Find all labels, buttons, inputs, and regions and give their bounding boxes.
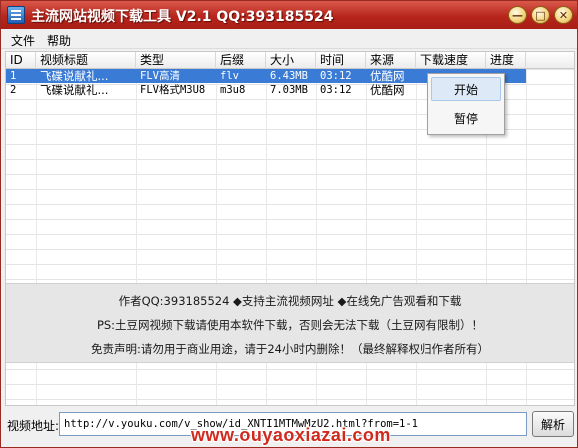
parse-button[interactable]: 解析 bbox=[532, 411, 574, 437]
cell-source: 优酷网 bbox=[370, 69, 405, 83]
close-button[interactable]: ✕ bbox=[554, 6, 573, 24]
cell-size: 7.03MB bbox=[270, 84, 308, 96]
col-header-type[interactable]: 类型 bbox=[136, 52, 216, 69]
col-header-source[interactable]: 来源 bbox=[366, 52, 416, 69]
cell-title: 飞碟说献礼... bbox=[40, 83, 109, 97]
col-header-progress[interactable]: 进度 bbox=[486, 52, 526, 69]
app-window: 主流网站视频下载工具 V2.1 QQ:393185524 — □ ✕ 文件 帮助… bbox=[0, 0, 578, 448]
cell-time: 03:12 bbox=[320, 84, 352, 96]
info-panel: 作者QQ:393185524 ◆支持主流视频网址 ◆在线免广告观看和下载 PS:… bbox=[6, 283, 574, 363]
minimize-button[interactable]: — bbox=[508, 6, 527, 24]
cell-ext: flv bbox=[220, 70, 239, 82]
tudou-note: PS:土豆网视频下载请使用本软件下载，否则会无法下载（土豆网有限制）！ bbox=[96, 318, 484, 332]
menu-file[interactable]: 文件 bbox=[11, 32, 35, 49]
cell-type: FLV高清 bbox=[140, 70, 180, 82]
cell-title: 飞碟说献礼... bbox=[40, 69, 109, 83]
cell-ext: m3u8 bbox=[220, 84, 246, 96]
maximize-button[interactable]: □ bbox=[531, 6, 550, 24]
url-label: 视频地址: bbox=[7, 419, 60, 433]
cell-size: 6.43MB bbox=[270, 70, 308, 82]
context-menu: 开始 暂停 bbox=[427, 73, 505, 135]
cell-id: 2 bbox=[10, 84, 17, 96]
menu-help[interactable]: 帮助 bbox=[47, 32, 71, 49]
app-film-icon bbox=[7, 6, 25, 24]
disclaimer: 免责声明:请勿用于商业用途，请于24小时内删除！（最终解释权归作者所有） bbox=[90, 342, 489, 356]
list-header: ID 视频标题 类型 后缀 大小 时间 来源 下载速度 进度 bbox=[6, 52, 574, 69]
cell-id: 1 bbox=[10, 70, 17, 82]
col-header-size[interactable]: 大小 bbox=[266, 52, 316, 69]
context-menu-pause[interactable]: 暂停 bbox=[431, 107, 501, 131]
cell-source: 优酷网 bbox=[370, 83, 405, 97]
title-bar[interactable]: 主流网站视频下载工具 V2.1 QQ:393185524 — □ ✕ bbox=[1, 1, 577, 29]
col-header-ext[interactable]: 后缀 bbox=[216, 52, 266, 69]
cell-time: 03:12 bbox=[320, 70, 352, 82]
cell-type: FLV格式M3U8 bbox=[140, 84, 206, 96]
menu-bar: 文件 帮助 bbox=[1, 29, 577, 49]
author-info: 作者QQ:393185524 ◆支持主流视频网址 ◆在线免广告观看和下载 bbox=[118, 294, 462, 308]
col-header-speed[interactable]: 下载速度 bbox=[416, 52, 486, 69]
site-watermark: www.ouyaoxiazai.com bbox=[191, 425, 391, 445]
context-menu-start[interactable]: 开始 bbox=[431, 77, 501, 101]
window-title: 主流网站视频下载工具 V2.1 QQ:393185524 bbox=[31, 9, 334, 25]
col-header-title[interactable]: 视频标题 bbox=[36, 52, 136, 69]
col-header-time[interactable]: 时间 bbox=[316, 52, 366, 69]
col-header-id[interactable]: ID bbox=[6, 52, 36, 69]
